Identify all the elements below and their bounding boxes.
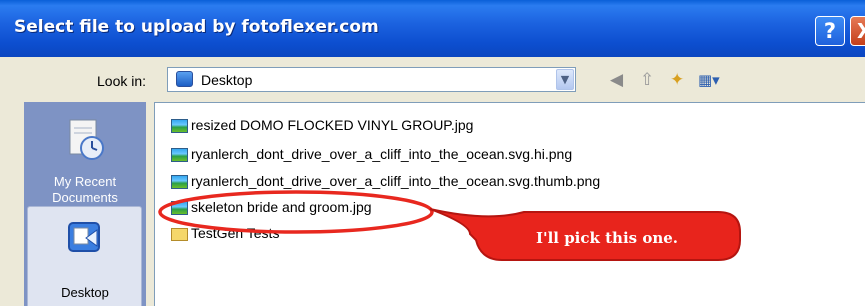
file-name: resized DOMO FLOCKED VINYL GROUP.jpg bbox=[191, 117, 474, 133]
views-menu-icon[interactable]: ▦▾ bbox=[698, 70, 720, 90]
desktop-icon bbox=[68, 222, 100, 252]
title-bar[interactable]: Select file to upload by fotoflexer.com … bbox=[0, 0, 865, 57]
file-dialog-window: Select file to upload by fotoflexer.com … bbox=[0, 0, 865, 306]
file-name: ryanlerch_dont_drive_over_a_cliff_into_t… bbox=[191, 173, 601, 189]
file-name: skeleton bride and groom.jpg bbox=[191, 199, 372, 215]
window-title: Select file to upload by fotoflexer.com bbox=[14, 17, 379, 37]
look-in-value: Desktop bbox=[201, 72, 253, 88]
callout-text: I'll pick this one. bbox=[535, 229, 679, 247]
place-desktop[interactable]: Desktop bbox=[27, 206, 142, 306]
image-file-icon bbox=[171, 119, 188, 133]
up-folder-icon[interactable]: ⇧ bbox=[640, 70, 654, 90]
my-recent-documents-icon bbox=[69, 119, 104, 160]
file-name: ryanlerch_dont_drive_over_a_cliff_into_t… bbox=[191, 146, 573, 162]
file-name: TestGen Tests bbox=[191, 225, 280, 241]
folder-icon bbox=[171, 228, 188, 241]
image-file-icon bbox=[171, 175, 188, 189]
chevron-down-icon[interactable]: ▼ bbox=[556, 69, 574, 90]
look-in-dropdown[interactable]: Desktop ▼ bbox=[167, 67, 576, 92]
image-file-icon bbox=[171, 148, 188, 162]
new-folder-icon[interactable]: ✦ bbox=[670, 70, 684, 90]
place-label: Desktop bbox=[61, 285, 109, 300]
back-icon[interactable]: ◀ bbox=[610, 70, 623, 90]
place-label-line1: My Recent bbox=[53, 174, 117, 189]
place-label-line2: Documents bbox=[52, 190, 118, 205]
file-list[interactable]: resized DOMO FLOCKED VINYL GROUP.jpg rya… bbox=[154, 102, 865, 306]
look-in-label: Look in: bbox=[97, 73, 147, 89]
desktop-icon bbox=[176, 71, 193, 87]
help-button[interactable]: ? bbox=[815, 16, 845, 46]
close-button[interactable]: X bbox=[850, 16, 865, 46]
places-bar: My Recent Documents Desktop bbox=[24, 102, 146, 306]
image-file-icon bbox=[171, 201, 188, 215]
